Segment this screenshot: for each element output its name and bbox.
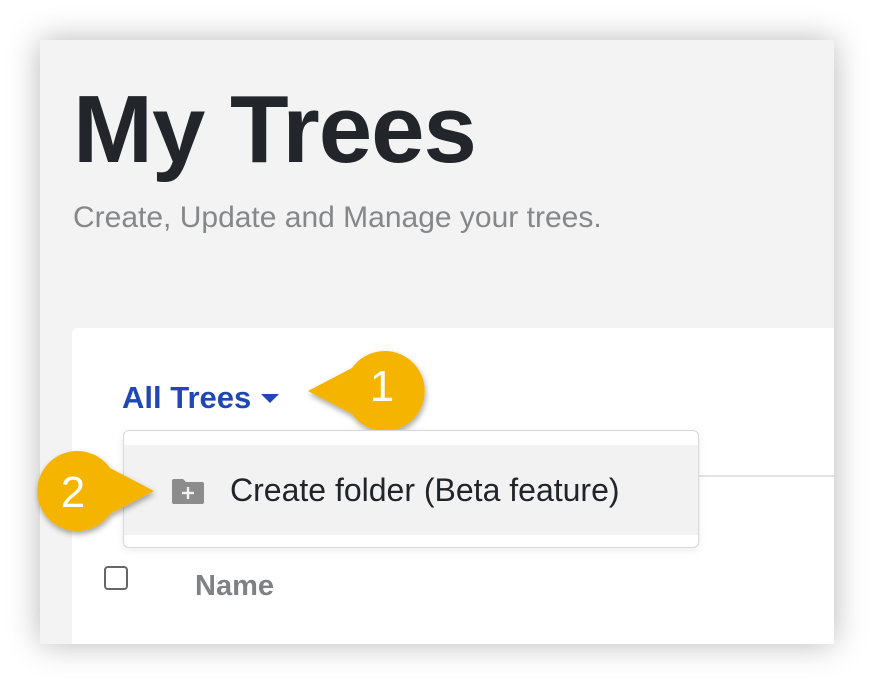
dropdown-menu: Create folder (Beta feature) [123,430,699,548]
callout-number: 1 [369,362,395,411]
column-header-name[interactable]: Name [195,570,274,603]
menu-item-create-folder[interactable]: Create folder (Beta feature) [124,445,698,535]
callout-marker-1: 1 [300,338,440,430]
menu-item-label: Create folder (Beta feature) [230,472,620,508]
select-all-checkbox[interactable] [104,566,128,590]
all-trees-dropdown[interactable]: All Trees [122,380,280,416]
folder-plus-icon [172,479,204,504]
all-trees-dropdown-label: All Trees [122,380,252,415]
page-subtitle: Create, Update and Manage your trees. [73,201,602,234]
callout-marker-2: 2 [22,448,162,540]
page-title: My Trees [73,76,477,183]
caret-down-icon [261,393,280,403]
callout-number: 2 [60,468,86,517]
